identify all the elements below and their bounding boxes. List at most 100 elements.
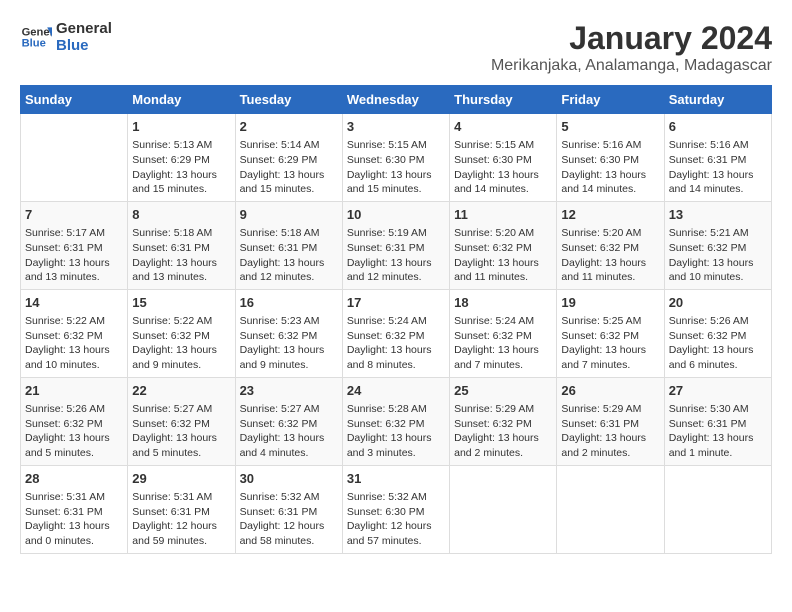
calendar-cell: 2 Sunrise: 5:14 AM Sunset: 6:29 PM Daylig… — [235, 114, 342, 202]
day-info: Sunrise: 5:16 AM Sunset: 6:31 PM Dayligh… — [669, 138, 767, 197]
day-info: Sunrise: 5:28 AM Sunset: 6:32 PM Dayligh… — [347, 402, 445, 461]
day-number: 27 — [669, 382, 767, 400]
weekday-header: Wednesday — [342, 86, 449, 114]
calendar-cell: 1 Sunrise: 5:13 AM Sunset: 6:29 PM Daylig… — [128, 114, 235, 202]
calendar-cell: 18Sunrise: 5:24 AM Sunset: 6:32 PM Dayli… — [450, 289, 557, 377]
calendar-cell: 8 Sunrise: 5:18 AM Sunset: 6:31 PM Daylig… — [128, 201, 235, 289]
calendar-cell: 28 Sunrise: 5:31 AM Sunset: 6:31 PM Dayli… — [21, 465, 128, 553]
weekday-header: Thursday — [450, 86, 557, 114]
day-info: Sunrise: 5:26 AM Sunset: 6:32 PM Dayligh… — [25, 402, 123, 461]
title-block: January 2024 Merikanjaka, Analamanga, Ma… — [491, 20, 772, 75]
day-number: 20 — [669, 294, 767, 312]
day-info: Sunrise: 5:29 AM Sunset: 6:32 PM Dayligh… — [454, 402, 552, 461]
day-number: 5 — [561, 118, 659, 136]
calendar-cell: 23 Sunrise: 5:27 AM Sunset: 6:32 PM Dayli… — [235, 377, 342, 465]
day-number: 24 — [347, 382, 445, 400]
day-info: Sunrise: 5:30 AM Sunset: 6:31 PM Dayligh… — [669, 402, 767, 461]
calendar-cell: 30 Sunrise: 5:32 AM Sunset: 6:31 PM Dayli… — [235, 465, 342, 553]
day-number: 21 — [25, 382, 123, 400]
day-number: 29 — [132, 470, 230, 488]
day-info: Sunrise: 5:29 AM Sunset: 6:31 PM Dayligh… — [561, 402, 659, 461]
day-number: 1 — [132, 118, 230, 136]
day-info: Sunrise: 5:20 AM Sunset: 6:32 PM Dayligh… — [454, 226, 552, 285]
day-info: Sunrise: 5:22 AM Sunset: 6:32 PM Dayligh… — [132, 314, 230, 373]
calendar-cell: 7Sunrise: 5:17 AM Sunset: 6:31 PM Daylig… — [21, 201, 128, 289]
day-number: 2 — [240, 118, 338, 136]
calendar-week-row: 21 Sunrise: 5:26 AM Sunset: 6:32 PM Dayli… — [21, 377, 772, 465]
calendar-cell: 24 Sunrise: 5:28 AM Sunset: 6:32 PM Dayli… — [342, 377, 449, 465]
day-info: Sunrise: 5:26 AM Sunset: 6:32 PM Dayligh… — [669, 314, 767, 373]
day-number: 3 — [347, 118, 445, 136]
day-number: 26 — [561, 382, 659, 400]
day-number: 16 — [240, 294, 338, 312]
day-info: Sunrise: 5:18 AM Sunset: 6:31 PM Dayligh… — [132, 226, 230, 285]
day-number: 19 — [561, 294, 659, 312]
day-info: Sunrise: 5:27 AM Sunset: 6:32 PM Dayligh… — [240, 402, 338, 461]
calendar-cell: 16 Sunrise: 5:23 AM Sunset: 6:32 PM Dayli… — [235, 289, 342, 377]
day-info: Sunrise: 5:17 AM Sunset: 6:31 PM Dayligh… — [25, 226, 123, 285]
calendar-cell: 26 Sunrise: 5:29 AM Sunset: 6:31 PM Dayli… — [557, 377, 664, 465]
weekday-header: Friday — [557, 86, 664, 114]
calendar-cell: 15Sunrise: 5:22 AM Sunset: 6:32 PM Dayli… — [128, 289, 235, 377]
calendar-cell: 14Sunrise: 5:22 AM Sunset: 6:32 PM Dayli… — [21, 289, 128, 377]
day-info: Sunrise: 5:31 AM Sunset: 6:31 PM Dayligh… — [25, 490, 123, 549]
calendar-week-row: 14 Sunrise: 5:22 AM Sunset: 6:32 PM Dayli… — [21, 289, 772, 377]
day-number: 4 — [454, 118, 552, 136]
logo-general: General — [56, 20, 112, 37]
day-number: 22 — [132, 382, 230, 400]
svg-text:Blue: Blue — [22, 38, 46, 50]
day-number: 25 — [454, 382, 552, 400]
calendar-cell: 29Sunrise: 5:31 AM Sunset: 6:31 PM Dayli… — [128, 465, 235, 553]
day-info: Sunrise: 5:32 AM Sunset: 6:31 PM Dayligh… — [240, 490, 338, 549]
logo-blue: Blue — [56, 37, 112, 54]
calendar-cell: 3 Sunrise: 5:15 AM Sunset: 6:30 PM Daylig… — [342, 114, 449, 202]
calendar-cell: 27 Sunrise: 5:30 AM Sunset: 6:31 PM Dayli… — [664, 377, 771, 465]
page-title: January 2024 — [491, 20, 772, 57]
day-info: Sunrise: 5:23 AM Sunset: 6:32 PM Dayligh… — [240, 314, 338, 373]
weekday-header: Tuesday — [235, 86, 342, 114]
day-info: Sunrise: 5:16 AM Sunset: 6:30 PM Dayligh… — [561, 138, 659, 197]
day-info: Sunrise: 5:14 AM Sunset: 6:29 PM Dayligh… — [240, 138, 338, 197]
day-number: 14 — [25, 294, 123, 312]
day-number: 17 — [347, 294, 445, 312]
day-info: Sunrise: 5:21 AM Sunset: 6:32 PM Dayligh… — [669, 226, 767, 285]
day-number: 30 — [240, 470, 338, 488]
day-number: 9 — [240, 206, 338, 224]
calendar-cell: 21 Sunrise: 5:26 AM Sunset: 6:32 PM Dayli… — [21, 377, 128, 465]
day-number: 12 — [561, 206, 659, 224]
day-info: Sunrise: 5:24 AM Sunset: 6:32 PM Dayligh… — [347, 314, 445, 373]
page-header: General Blue General Blue January 2024 M… — [20, 20, 772, 75]
calendar-cell: 12 Sunrise: 5:20 AM Sunset: 6:32 PM Dayli… — [557, 201, 664, 289]
calendar-cell: 9Sunrise: 5:18 AM Sunset: 6:31 PM Daylig… — [235, 201, 342, 289]
day-number: 31 — [347, 470, 445, 488]
calendar-table: SundayMondayTuesdayWednesdayThursdayFrid… — [20, 85, 772, 554]
calendar-cell: 19 Sunrise: 5:25 AM Sunset: 6:32 PM Dayli… — [557, 289, 664, 377]
page-subtitle: Merikanjaka, Analamanga, Madagascar — [491, 57, 772, 75]
day-info: Sunrise: 5:25 AM Sunset: 6:32 PM Dayligh… — [561, 314, 659, 373]
calendar-cell — [21, 114, 128, 202]
calendar-cell: 6 Sunrise: 5:16 AM Sunset: 6:31 PM Daylig… — [664, 114, 771, 202]
day-number: 8 — [132, 206, 230, 224]
day-info: Sunrise: 5:32 AM Sunset: 6:30 PM Dayligh… — [347, 490, 445, 549]
day-number: 28 — [25, 470, 123, 488]
calendar-cell: 17 Sunrise: 5:24 AM Sunset: 6:32 PM Dayli… — [342, 289, 449, 377]
calendar-cell: 31 Sunrise: 5:32 AM Sunset: 6:30 PM Dayli… — [342, 465, 449, 553]
day-info: Sunrise: 5:20 AM Sunset: 6:32 PM Dayligh… — [561, 226, 659, 285]
calendar-cell — [557, 465, 664, 553]
day-info: Sunrise: 5:15 AM Sunset: 6:30 PM Dayligh… — [347, 138, 445, 197]
logo: General Blue General Blue — [20, 20, 112, 54]
day-info: Sunrise: 5:27 AM Sunset: 6:32 PM Dayligh… — [132, 402, 230, 461]
day-number: 10 — [347, 206, 445, 224]
day-number: 11 — [454, 206, 552, 224]
svg-text:General: General — [22, 26, 52, 38]
calendar-cell: 10 Sunrise: 5:19 AM Sunset: 6:31 PM Dayli… — [342, 201, 449, 289]
weekday-header: Monday — [128, 86, 235, 114]
day-number: 23 — [240, 382, 338, 400]
day-number: 6 — [669, 118, 767, 136]
calendar-cell: 13Sunrise: 5:21 AM Sunset: 6:32 PM Dayli… — [664, 201, 771, 289]
calendar-week-row: 7Sunrise: 5:17 AM Sunset: 6:31 PM Daylig… — [21, 201, 772, 289]
day-info: Sunrise: 5:19 AM Sunset: 6:31 PM Dayligh… — [347, 226, 445, 285]
calendar-cell: 4Sunrise: 5:15 AM Sunset: 6:30 PM Daylig… — [450, 114, 557, 202]
weekday-header: Saturday — [664, 86, 771, 114]
day-info: Sunrise: 5:13 AM Sunset: 6:29 PM Dayligh… — [132, 138, 230, 197]
